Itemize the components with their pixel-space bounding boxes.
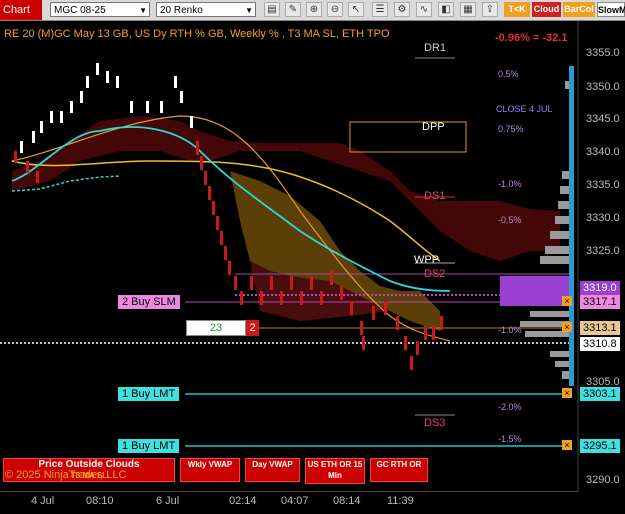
change-readout: -0.96% = -32.1 (495, 32, 568, 44)
ds2-label: DS2 (424, 268, 446, 280)
price-tick: 3345.0 (586, 113, 620, 125)
time-tick: 4 Jul (31, 495, 55, 507)
price-tick: 3355.0 (586, 47, 620, 59)
bar-type-label: 20 Renko (160, 5, 203, 16)
close-label: CLOSE 4 JUL (496, 104, 553, 114)
price-badge-buy-slm: 3317.1 (580, 295, 620, 309)
buy-lmt-order-2[interactable]: 1 Buy LMT (118, 439, 180, 453)
price-badge-position: 3313.1 (580, 321, 620, 335)
close-icon[interactable]: × (562, 296, 572, 306)
us-eth-or-button[interactable]: US ETH OR 15 Min (305, 458, 365, 484)
time-axis: 4 Jul 08:10 6 Jul 02:14 04:07 08:14 11:3… (0, 491, 578, 514)
instrument-selector[interactable]: MGC 08-25 ▼ (50, 2, 150, 17)
time-tick: 11:39 (387, 495, 414, 507)
drawing-objects-icon[interactable]: ◧ (438, 2, 454, 17)
chart-title: RE 20 (M)GC May 13 GB, US Dy RTH % GB, W… (4, 28, 390, 40)
position-pnl[interactable]: 23 (186, 320, 246, 336)
bar-chart-icon[interactable]: ▤ (264, 2, 280, 17)
time-tick: 02:14 (229, 495, 257, 507)
tko-toggle[interactable]: T<K (504, 2, 530, 17)
copyright-text: © 2025 NinjaTrader, LLC (5, 469, 127, 481)
ds3-label: DS3 (424, 417, 446, 429)
tpo-right-bar (569, 66, 574, 386)
position-quantity[interactable]: 2 (246, 320, 259, 336)
instrument-label: MGC 08-25 (54, 5, 106, 16)
buy-slm-order[interactable]: 2 Buy SLM (118, 295, 180, 309)
chevron-down-icon: ▼ (245, 6, 253, 15)
gc-rth-or-button[interactable]: GC RTH OR (370, 458, 428, 482)
cloud-toggle[interactable]: Cloud (532, 2, 561, 17)
zoom-in-icon[interactable]: ⊕ (306, 2, 322, 17)
value-area (500, 276, 570, 306)
close-icon[interactable]: × (562, 322, 572, 332)
pct-label: 0.75% (498, 124, 524, 134)
pct-label: -1.5% (498, 434, 522, 444)
price-tick: 3350.0 (586, 81, 620, 93)
share-icon[interactable]: ⇪ (482, 2, 498, 17)
barcol-toggle[interactable]: BarCol (563, 2, 595, 17)
slowm-toggle[interactable]: SlowM (597, 2, 625, 17)
chart-plot-area[interactable]: RE 20 (M)GC May 13 GB, US Dy RTH % GB, W… (0, 21, 625, 513)
ds1-label: DS1 (424, 190, 446, 202)
price-chart-svg[interactable] (0, 21, 625, 513)
pct-label: -1.0% (498, 325, 522, 335)
dpp-label: DPP (422, 121, 445, 133)
close-icon[interactable]: × (562, 440, 572, 450)
price-badge-buy-lmt-2: 3295.1 (580, 439, 620, 453)
time-tick: 08:14 (333, 495, 361, 507)
strategies-icon[interactable]: ⚙ (394, 2, 410, 17)
price-badge-value-area: 3319.0 (580, 281, 620, 295)
pct-label: 0.5% (498, 69, 519, 79)
chart-tab[interactable]: Chart (0, 0, 42, 20)
chart-toolbar: Chart MGC 08-25 ▼ 20 Renko ▼ ▤ ✎ ⊕ ⊖ ↖ ☰… (0, 0, 625, 21)
time-tick: 08:10 (86, 495, 114, 507)
day-vwap-button[interactable]: Day VWAP (245, 458, 300, 482)
time-tick: 6 Jul (156, 495, 180, 507)
templates-icon[interactable]: ▦ (460, 2, 476, 17)
close-icon[interactable]: × (562, 388, 572, 398)
zoom-out-icon[interactable]: ⊖ (327, 2, 343, 17)
properties-icon[interactable]: ☰ (372, 2, 388, 17)
wpp-label: WPP (414, 254, 440, 266)
price-tick: 3330.0 (586, 212, 620, 224)
chevron-down-icon: ▼ (139, 6, 147, 15)
price-badge-last: 3310.8 (580, 337, 620, 351)
pct-label: -2.0% (498, 402, 522, 412)
pct-label: -1.0% (498, 179, 522, 189)
wkly-vwap-button[interactable]: Wkly VWAP (180, 458, 240, 482)
pencil-icon[interactable]: ✎ (285, 2, 301, 17)
price-tick: 3325.0 (586, 245, 620, 257)
dr1-label: DR1 (424, 42, 447, 54)
price-tick: 3290.0 (586, 474, 620, 486)
indicators-icon[interactable]: ∿ (416, 2, 432, 17)
bar-type-selector[interactable]: 20 Renko ▼ (156, 2, 256, 17)
price-tick: 3335.0 (586, 179, 620, 191)
pct-label: -0.5% (498, 215, 522, 225)
time-tick: 04:07 (281, 495, 309, 507)
buy-lmt-order-1[interactable]: 1 Buy LMT (118, 387, 180, 401)
pointer-icon[interactable]: ↖ (348, 2, 364, 17)
price-badge-buy-lmt-1: 3303.1 (580, 387, 620, 401)
price-tick: 3340.0 (586, 146, 620, 158)
